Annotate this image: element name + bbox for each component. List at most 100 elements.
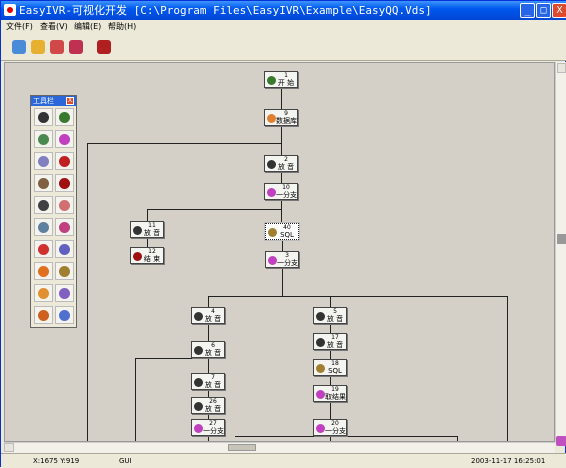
palette-button-play[interactable] [34,196,53,214]
palette-button-phone[interactable] [34,130,53,148]
run-icon [69,40,83,54]
palette-button-dial[interactable] [34,152,53,170]
palette-button-music[interactable] [55,218,74,236]
connector-line [281,200,282,223]
var-icon [38,310,49,321]
node-label: 放 音 [204,349,222,357]
node-label: 一分支 [203,427,224,435]
status-bar: X:1675 Y:919 GUI 2003-11-17 16:25:01 [1,453,566,468]
flow-node-40[interactable]: 40 SQL [264,222,300,241]
branch-icon [194,424,203,433]
palette-button-noentry[interactable] [34,240,53,258]
flow-node-11[interactable]: 11 放 音 [130,221,164,238]
node-label: 结 束 [143,255,161,263]
play-icon [316,338,325,347]
node-id: 4 [211,308,215,315]
node-id: 10 [282,184,290,191]
branch-icon [59,134,70,145]
palette-button-end[interactable] [55,174,74,192]
flow-node-27[interactable]: 27 一分支 [191,419,225,436]
flow-node-17[interactable]: 17 放 音 [313,333,347,350]
palette-button-sql[interactable] [55,262,74,280]
connector-line [281,126,282,155]
flow-node-10[interactable]: 10 一分支 [264,183,298,200]
flow-node-4[interactable]: 4放 音 [191,307,225,324]
flow-node-9[interactable]: 9 数据库 [264,109,298,126]
flow-node-2[interactable]: 2放 音 [264,155,298,172]
connector-line [208,296,209,307]
vertical-scrollbar[interactable] [555,62,566,446]
menu-edit[interactable]: 编辑(E) [74,20,101,34]
maximize-button[interactable]: □ [536,3,551,18]
menu-file[interactable]: 文件(F) [6,20,33,34]
connector-line [330,376,331,385]
flow-node-19[interactable]: 19 取结果 [313,385,347,402]
flow-node-5[interactable]: 5放 音 [313,307,347,324]
record-icon [59,200,70,211]
palette-button-globe[interactable] [55,306,74,324]
palette-button-branch[interactable] [55,130,74,148]
close-button[interactable]: X [552,3,566,18]
palette-button-var[interactable] [34,306,53,324]
node-id: 18 [331,360,339,367]
palette-button-compare[interactable] [55,284,74,302]
palette-button-person[interactable] [34,174,53,192]
node-label: 一分支 [277,259,298,267]
connector-line [282,268,283,296]
new-icon [12,40,26,54]
node-id: 1 [284,72,288,79]
delete-button[interactable] [95,38,113,56]
flow-node-12[interactable]: 12 结 束 [130,247,164,264]
flow-node-3[interactable]: 3 一分支 [265,251,299,268]
connector-line [330,324,331,333]
flow-node-20[interactable]: 20 一分支 [313,419,347,436]
music-icon [59,222,70,233]
connector-line [330,296,331,307]
new-button[interactable] [10,38,28,56]
menu-view[interactable]: 查看(V) [40,20,68,34]
connector-line [281,172,282,183]
vscroll-thumb[interactable] [557,234,566,244]
flow-node-7[interactable]: 7放 音 [191,373,225,390]
play-icon [194,402,203,411]
open-button[interactable] [29,38,47,56]
title-bar[interactable]: EasyIVR-可视化开发 [C:\Program Files\EasyIVR\… [1,1,566,20]
end-icon [59,178,70,189]
flow-canvas[interactable]: 1开 始 9 数据库 2 放 音 10 一分支 11 放 音 40 SQL 12 结 束 3 一分支 4 放 音… [4,62,555,442]
minimize-button[interactable]: _ [520,3,535,18]
sql-icon [316,364,325,373]
save-button[interactable] [48,38,66,56]
branch-icon [268,256,277,265]
connector-line [235,436,457,437]
scroll-left-arrow[interactable] [4,443,14,452]
palette-close-button[interactable]: X [66,97,74,105]
connector-line [147,209,148,221]
flow-node-6[interactable]: 6放 音 [191,341,225,358]
menu-help[interactable]: 帮助(H) [108,20,136,34]
palette-button-fire[interactable] [34,262,53,280]
compare-icon [59,288,70,299]
palette-button-pointer[interactable] [34,108,53,126]
palette-button-transfer[interactable] [55,240,74,258]
horizontal-scrollbar[interactable] [4,442,555,453]
palette-button-stop[interactable] [55,152,74,170]
branch-icon [316,424,325,433]
palette-button-dtmf[interactable] [34,218,53,236]
node-label: 放 音 [143,229,161,237]
node-label: 放 音 [204,405,222,413]
scroll-up-arrow[interactable] [557,63,566,73]
flow-node-1[interactable]: 1开 始 [264,71,298,88]
transfer-icon [59,244,70,255]
dtmf-icon [38,222,49,233]
tool-palette[interactable]: 工具栏 X [30,95,77,328]
delete-icon [97,40,111,54]
flow-node-18[interactable]: 18 SQL [313,359,347,376]
flow-node-26[interactable]: 26 放 音 [191,397,225,414]
palette-button-record[interactable] [55,196,74,214]
palette-button-database[interactable] [34,284,53,302]
connector-line [507,296,508,441]
palette-button-start[interactable] [55,108,74,126]
run-button[interactable] [67,38,85,56]
connector-line [208,324,209,341]
hscroll-thumb[interactable] [228,444,256,451]
